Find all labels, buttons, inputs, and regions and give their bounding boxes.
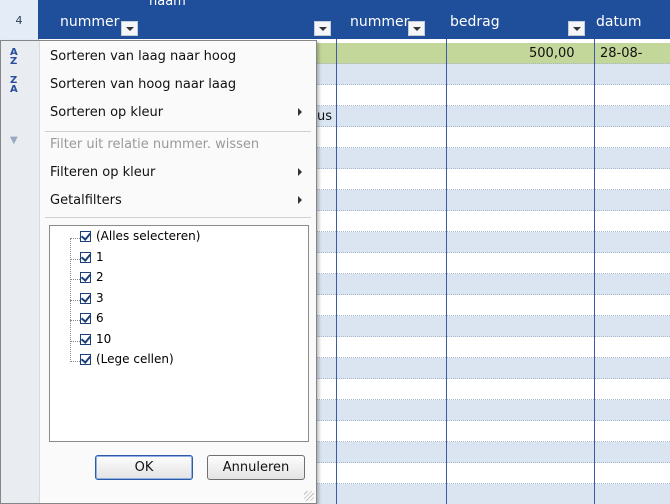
filter-value-label: 2 bbox=[96, 270, 104, 284]
column-header-label: datum bbox=[596, 14, 642, 30]
table-header-row: nummer naam nummer bedrag datum bbox=[38, 0, 670, 39]
filter-value-label: (Lege cellen) bbox=[96, 352, 174, 366]
menu-item-label: Sorteren op kleur bbox=[50, 105, 164, 120]
menu-item-label: Sorteren van laag naar hoog bbox=[50, 49, 237, 64]
column-header-nummer[interactable]: nummer naam bbox=[38, 0, 334, 39]
checkbox-checked-icon[interactable] bbox=[80, 251, 91, 263]
tree-connector bbox=[70, 361, 80, 362]
checkbox-checked-icon[interactable] bbox=[80, 354, 91, 365]
column-header-datum[interactable]: datum bbox=[594, 0, 670, 39]
filter-dropdown-icon[interactable] bbox=[121, 21, 138, 36]
checkbox-checked-icon[interactable] bbox=[80, 292, 91, 304]
column-header-bedrag[interactable]: bedrag bbox=[446, 0, 592, 39]
checkbox-checked-icon[interactable] bbox=[80, 333, 91, 345]
column-header-sublabel: naam bbox=[149, 0, 186, 9]
filter-value-label: 1 bbox=[96, 249, 104, 264]
menu-item-sort-descending[interactable]: ZA Sorteren van hoog naar laag bbox=[1, 73, 316, 99]
menu-item-sort-ascending[interactable]: AZ Sorteren van laag naar hoog bbox=[1, 45, 316, 71]
tree-connector bbox=[70, 340, 80, 342]
column-header-label: nummer bbox=[350, 14, 410, 30]
tree-connector bbox=[70, 238, 80, 239]
column-header-nummer-2[interactable]: nummer bbox=[336, 0, 444, 39]
menu-item-label: Getalfilters bbox=[50, 193, 122, 208]
row-header-number[interactable]: 4 bbox=[0, 14, 38, 27]
column-header-label: nummer bbox=[60, 14, 120, 30]
menu-item-label: Filteren op kleur bbox=[50, 165, 156, 180]
menu-separator bbox=[45, 131, 311, 132]
filter-dropdown-icon[interactable] bbox=[408, 21, 425, 36]
menu-item-label: Sorteren van hoog naar laag bbox=[50, 77, 237, 92]
tree-connector bbox=[70, 299, 80, 301]
tree-connector bbox=[70, 279, 80, 280]
filter-dropdown-icon[interactable] bbox=[314, 21, 331, 36]
menu-item-clear-filter: ▼ Filter uit relatie nummer. wissen bbox=[1, 133, 316, 159]
autofilter-dropdown-menu: AZ Sorteren van laag naar hoog ZA Sorter… bbox=[0, 40, 317, 504]
filter-value-label: 10 bbox=[96, 331, 112, 346]
checkbox-checked-icon[interactable] bbox=[80, 231, 91, 242]
submenu-arrow-icon bbox=[298, 168, 302, 176]
ok-button[interactable]: OK bbox=[95, 455, 193, 480]
filter-value-label: 6 bbox=[96, 311, 104, 325]
submenu-arrow-icon bbox=[298, 196, 302, 204]
menu-item-sort-by-color[interactable]: Sorteren op kleur bbox=[1, 101, 316, 127]
cell-naam-partial[interactable]: us bbox=[317, 106, 332, 127]
cancel-button[interactable]: Annuleren bbox=[207, 455, 305, 480]
filter-dropdown-icon[interactable] bbox=[568, 21, 585, 36]
tree-connector bbox=[70, 320, 80, 321]
filter-value-label: 3 bbox=[96, 290, 104, 305]
menu-item-filter-by-color[interactable]: Filteren op kleur bbox=[1, 161, 316, 187]
filter-value-label: (Alles selecteren) bbox=[96, 229, 201, 243]
sort-a-to-z-icon: AZ bbox=[10, 47, 18, 67]
column-divider bbox=[594, 39, 595, 504]
cell-datum[interactable]: 28-08- bbox=[600, 43, 642, 64]
tree-connector bbox=[70, 258, 80, 260]
column-divider bbox=[336, 39, 337, 504]
menu-item-number-filters[interactable]: Getalfilters bbox=[1, 189, 316, 215]
column-divider bbox=[446, 39, 447, 504]
sort-z-to-a-icon: ZA bbox=[10, 75, 18, 95]
cell-bedrag[interactable]: 500,00 bbox=[529, 43, 575, 64]
column-header-label: bedrag bbox=[450, 14, 500, 30]
resize-grip-icon[interactable] bbox=[304, 491, 314, 501]
submenu-arrow-icon bbox=[298, 108, 302, 116]
menu-separator bbox=[45, 217, 311, 218]
filter-value-list[interactable]: (Alles selecteren) 1 2 3 6 10 (Lege cellen) bbox=[49, 225, 309, 442]
checkbox-checked-icon[interactable] bbox=[80, 272, 91, 283]
clear-filter-icon: ▼ bbox=[10, 135, 18, 146]
menu-item-label: Filter uit relatie nummer. wissen bbox=[50, 137, 260, 152]
checkbox-checked-icon[interactable] bbox=[80, 313, 91, 324]
